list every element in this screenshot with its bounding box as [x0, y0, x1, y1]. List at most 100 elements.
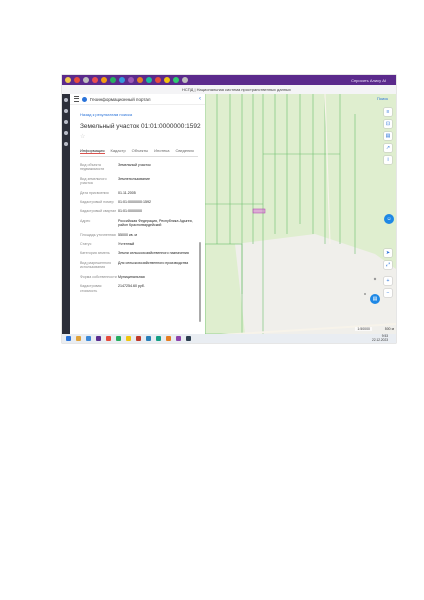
attribute-row: Кадастровый номер 01:01:0000000:1592 [80, 200, 198, 204]
back-link[interactable]: Назад к результатам поиска [80, 112, 205, 117]
settlement-marker [364, 293, 366, 295]
clock-date: 22.12.2023 [372, 337, 388, 342]
screenshot-frame: Спросить Алису AI НСПД | Национальная си… [62, 75, 396, 343]
taskbar-app-icon[interactable] [106, 336, 111, 341]
map-search-link[interactable]: Поиск [377, 96, 388, 101]
browser-tab[interactable] [146, 77, 152, 83]
browser-tab[interactable] [101, 77, 107, 83]
attribute-list: Вид объекта недвижимости Земельный участо… [80, 163, 198, 293]
info-tab[interactable]: Объекты [132, 148, 149, 154]
taskbar-app-icon[interactable] [66, 336, 71, 341]
fullscreen-icon[interactable]: ⤢ [384, 261, 392, 269]
browser-tab[interactable] [83, 77, 89, 83]
attribute-value: 55000 кв. м [118, 232, 137, 237]
info-tab[interactable]: Сведения [175, 148, 193, 154]
info-tab[interactable]: Информация [80, 148, 105, 154]
taskbar-app-icon[interactable] [86, 336, 91, 341]
map-scale: 1:50000 [355, 327, 372, 331]
chat-icon[interactable]: ▤ [370, 294, 380, 304]
settings-icon[interactable] [64, 142, 68, 146]
attribute-row: Категория земель Земли сельскохозяйственн… [80, 251, 198, 255]
browser-tab[interactable] [182, 77, 188, 83]
browser-tab[interactable] [119, 77, 125, 83]
bookmarks-icon[interactable] [64, 109, 68, 113]
attribute-value: Земли сельскохозяйственного назначения [118, 251, 189, 256]
selected-parcel[interactable] [252, 208, 266, 214]
browser-tab[interactable] [74, 77, 80, 83]
measure-icon[interactable]: ⊡ [384, 120, 392, 128]
attribute-row: Вид объекта недвижимости Земельный участо… [80, 163, 198, 172]
attribute-label: Кадастровый номер [80, 200, 114, 205]
taskbar-app-icon[interactable] [126, 336, 131, 341]
browser-tab-title[interactable]: Спросить Алису AI [351, 78, 386, 83]
zoom-in-icon[interactable]: + [384, 277, 392, 285]
locate-icon[interactable]: ➤ [384, 249, 392, 257]
panel-scrollbar[interactable] [199, 242, 201, 322]
attribute-value: 01.11.2005 [118, 190, 136, 195]
attribute-value: Учтенный [118, 242, 135, 247]
taskbar-app-icon[interactable] [156, 336, 161, 341]
object-info-panel: Геоинформационный портал ‹ Назад к резул… [70, 94, 206, 334]
browser-tab[interactable] [155, 77, 161, 83]
map-scale-bar: 500 м [384, 327, 394, 331]
info-tab[interactable]: Ипотека [154, 148, 169, 154]
attribute-row: Дата присвоения 01.11.2005 [80, 191, 198, 195]
attribute-value: Для сельскохозяйственного производства [118, 260, 189, 265]
home-icon[interactable] [64, 98, 68, 102]
taskbar-app-icon[interactable] [186, 336, 191, 341]
menu-icon[interactable] [74, 96, 79, 102]
taskbar-app-icon[interactable] [116, 336, 121, 341]
attribute-label: Категория земель [80, 251, 110, 256]
downloads-icon[interactable] [64, 131, 68, 135]
taskbar-app-icon[interactable] [146, 336, 151, 341]
attribute-label: Кадастровый квартал [80, 209, 117, 214]
browser-tab[interactable] [92, 77, 98, 83]
attribute-value: Земельный участок [118, 163, 151, 167]
assistant-icon[interactable]: ☺ [384, 214, 394, 224]
attribute-label: Вид земельного участка [80, 176, 107, 186]
taskbar-app-icon[interactable] [76, 336, 81, 341]
attribute-row: Вид земельного участка Землепользование [80, 177, 198, 186]
attribute-label: Вид разрешенного использования [80, 260, 112, 270]
collapse-panel-icon[interactable]: ‹ [199, 96, 201, 102]
browser-tab[interactable] [173, 77, 179, 83]
taskbar-app-icon[interactable] [96, 336, 101, 341]
attribute-label: Статус [80, 242, 92, 247]
favorite-star-icon[interactable]: ☆ [80, 133, 205, 140]
attribute-label: Форма собственности [80, 274, 117, 279]
system-clock[interactable]: 9:53 22.12.2023 [372, 334, 388, 342]
info-tab[interactable]: Кадастр [111, 148, 126, 154]
attribute-label: Площадь уточненная [80, 232, 116, 237]
taskbar-app-icon[interactable] [176, 336, 181, 341]
info-icon[interactable]: i [384, 156, 392, 164]
map-view[interactable]: Поиск ≡ ⊡ ▤ ↗ i ☺ ➤ ⤢ + − ▤ 1:50000 500 … [205, 94, 396, 334]
address-text[interactable]: НСПД | Национальная система пространстве… [182, 87, 291, 92]
layers-icon[interactable]: ≡ [384, 108, 392, 116]
attribute-value: 2147254.60 руб. [118, 284, 145, 289]
urban-area [235, 234, 396, 334]
browser-tab-bar: Спросить Алису AI [62, 75, 396, 85]
attribute-value: 01:01:0000000 [118, 209, 142, 214]
info-tabs: Информация Кадастр Объекты Ипотека Сведения [80, 148, 198, 157]
browser-tab[interactable] [128, 77, 134, 83]
portal-title: Геоинформационный портал [90, 96, 151, 102]
attribute-value: Землепользование [118, 176, 151, 181]
browser-tab[interactable] [137, 77, 143, 83]
zoom-out-icon[interactable]: − [384, 289, 392, 297]
map-canvas [205, 94, 396, 334]
history-icon[interactable] [64, 120, 68, 124]
print-icon[interactable]: ▤ [384, 132, 392, 140]
attribute-label: Адрес [80, 218, 91, 223]
browser-tab[interactable] [110, 77, 116, 83]
attribute-row: Форма собственности Муниципальная [80, 275, 198, 279]
browser-tab[interactable] [65, 77, 71, 83]
attribute-label: Кадастровая стоимость [80, 284, 102, 293]
attribute-label: Вид объекта недвижимости [80, 163, 105, 172]
attribute-row: Площадь уточненная 55000 кв. м [80, 233, 198, 237]
browser-tab[interactable] [164, 77, 170, 83]
taskbar-app-icon[interactable] [136, 336, 141, 341]
attribute-label: Дата присвоения [80, 190, 109, 195]
taskbar-app-icon[interactable] [166, 336, 171, 341]
share-icon[interactable]: ↗ [384, 144, 392, 152]
attribute-value: Муниципальная [118, 274, 145, 279]
